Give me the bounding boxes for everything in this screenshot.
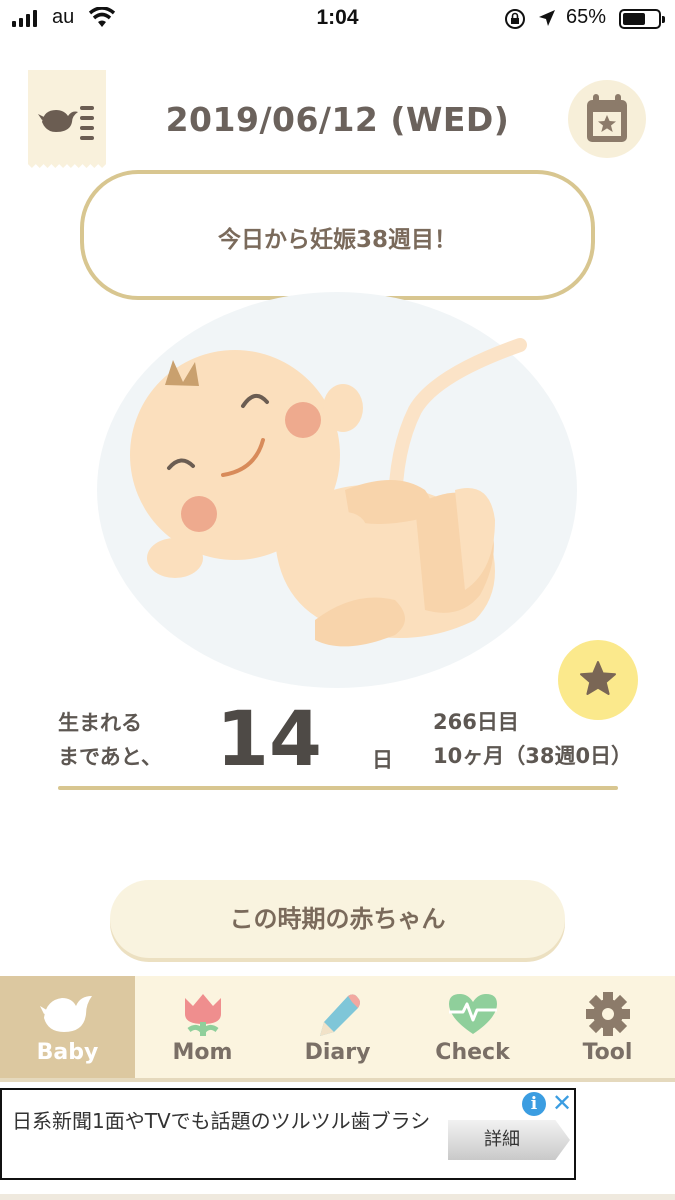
ad-banner[interactable]: 日系新聞1面やTVでも話題のツルツル歯ブラシ 詳細 [0,1088,576,1180]
divider [58,786,618,790]
date-title: 2019/06/12 (WED) [165,100,510,139]
pregnancy-month-week: 10ヶ月（38週0日） [433,744,633,768]
speech-bubble: 今日から妊娠38週目！ [80,170,595,300]
tab-label: Tool [582,1040,633,1065]
tab-tool[interactable]: Tool [540,976,675,1078]
gear-icon [586,992,630,1036]
battery-icon [619,9,665,29]
tab-mom[interactable]: Mom [135,976,270,1078]
ad-text: 日系新聞1面やTVでも話題のツルツル歯ブラシ [12,1109,431,1133]
tulip-icon [185,994,221,1036]
days-remaining: 14 [216,694,322,783]
tab-check[interactable]: Check [405,976,540,1078]
until-birth-label: 生まれる まであと、 [58,711,162,769]
favorite-button[interactable] [558,640,638,720]
baby-this-period-button[interactable]: この時期の赤ちゃん [110,880,565,958]
star-icon [580,661,616,695]
heartbeat-icon [449,994,497,1034]
tab-label: Baby [36,1040,99,1065]
info-icon[interactable]: i [522,1092,546,1116]
tab-baby[interactable]: Baby [0,976,135,1078]
tab-label: Check [435,1040,510,1065]
bubble-text: 今日から妊娠38週目！ [217,227,457,253]
calendar-button[interactable] [568,80,646,158]
fetus-illustration [97,292,577,688]
pregnancy-day-count: 266日目 [433,710,519,734]
ad-detail-button[interactable]: 詳細 [448,1120,570,1160]
tab-diary[interactable]: Diary [270,976,405,1078]
tab-label: Diary [304,1040,371,1065]
pencil-icon [320,994,360,1036]
bottom-rule [0,1194,675,1200]
calendar-star-icon [587,94,627,142]
bird-menu-icon[interactable] [28,70,106,168]
status-bar: au 1:04 65% [0,0,675,40]
close-icon[interactable]: ✕ [552,1089,572,1117]
rotation-lock-icon [505,9,525,29]
tab-bar: Baby Mom Diary Check Tool [0,976,675,1082]
battery-fill [623,13,646,25]
day-unit: 日 [372,748,393,772]
bird-icon [40,996,92,1032]
location-icon [539,10,555,26]
tab-label: Mom [172,1040,233,1065]
battery-percent: 65% [566,6,607,28]
